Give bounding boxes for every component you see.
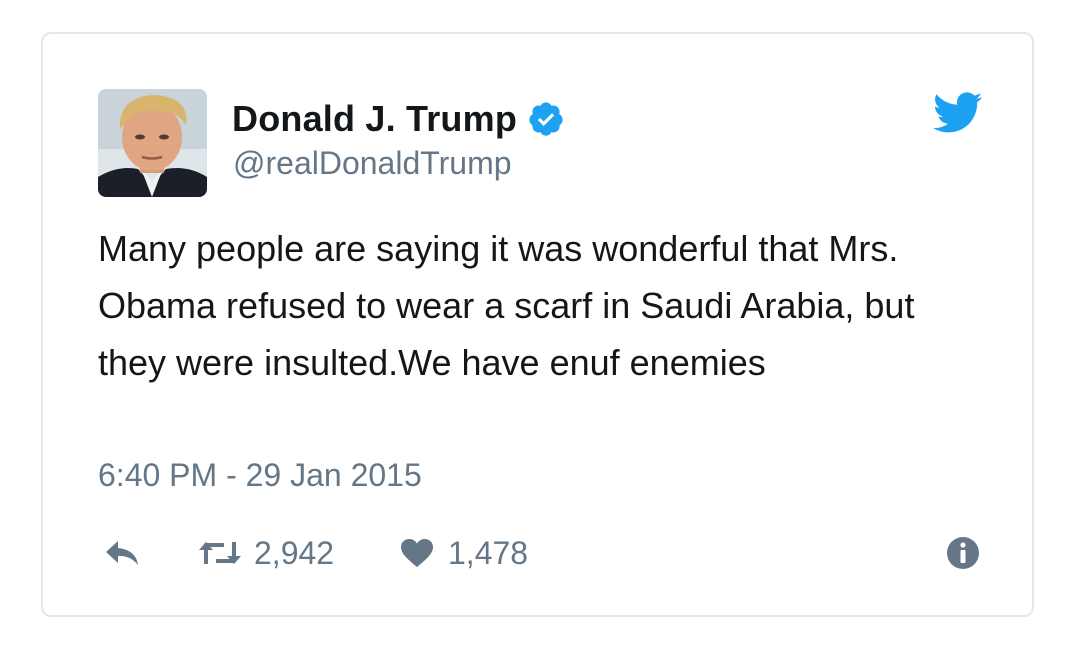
- retweet-count: 2,942: [254, 534, 335, 571]
- like-count: 1,478: [448, 534, 529, 571]
- heart-icon: [401, 539, 433, 567]
- tweet-timestamp[interactable]: 6:40 PM - 29 Jan 2015: [98, 457, 422, 494]
- author-name-row: Donald J. Trump: [232, 98, 565, 140]
- retweet-icon: [199, 542, 241, 564]
- tweet-actions: 2,942 1,478: [98, 531, 988, 575]
- avatar-image: [98, 89, 207, 197]
- info-button[interactable]: [946, 531, 980, 575]
- retweet-button[interactable]: 2,942: [198, 531, 334, 575]
- reply-button[interactable]: [104, 531, 140, 575]
- like-button[interactable]: 1,478: [400, 531, 528, 575]
- avatar[interactable]: [98, 89, 207, 197]
- reply-icon: [106, 541, 138, 565]
- tweet-card: Donald J. Trump @realDonaldTrump Many pe…: [41, 32, 1034, 617]
- author-handle[interactable]: @realDonaldTrump: [233, 145, 512, 182]
- tweet-text: Many people are saying it was wonderful …: [98, 228, 915, 383]
- display-name[interactable]: Donald J. Trump: [232, 98, 517, 140]
- info-icon: [947, 537, 979, 569]
- twitter-bird-icon[interactable]: [933, 92, 983, 134]
- verified-badge-icon: [529, 102, 563, 136]
